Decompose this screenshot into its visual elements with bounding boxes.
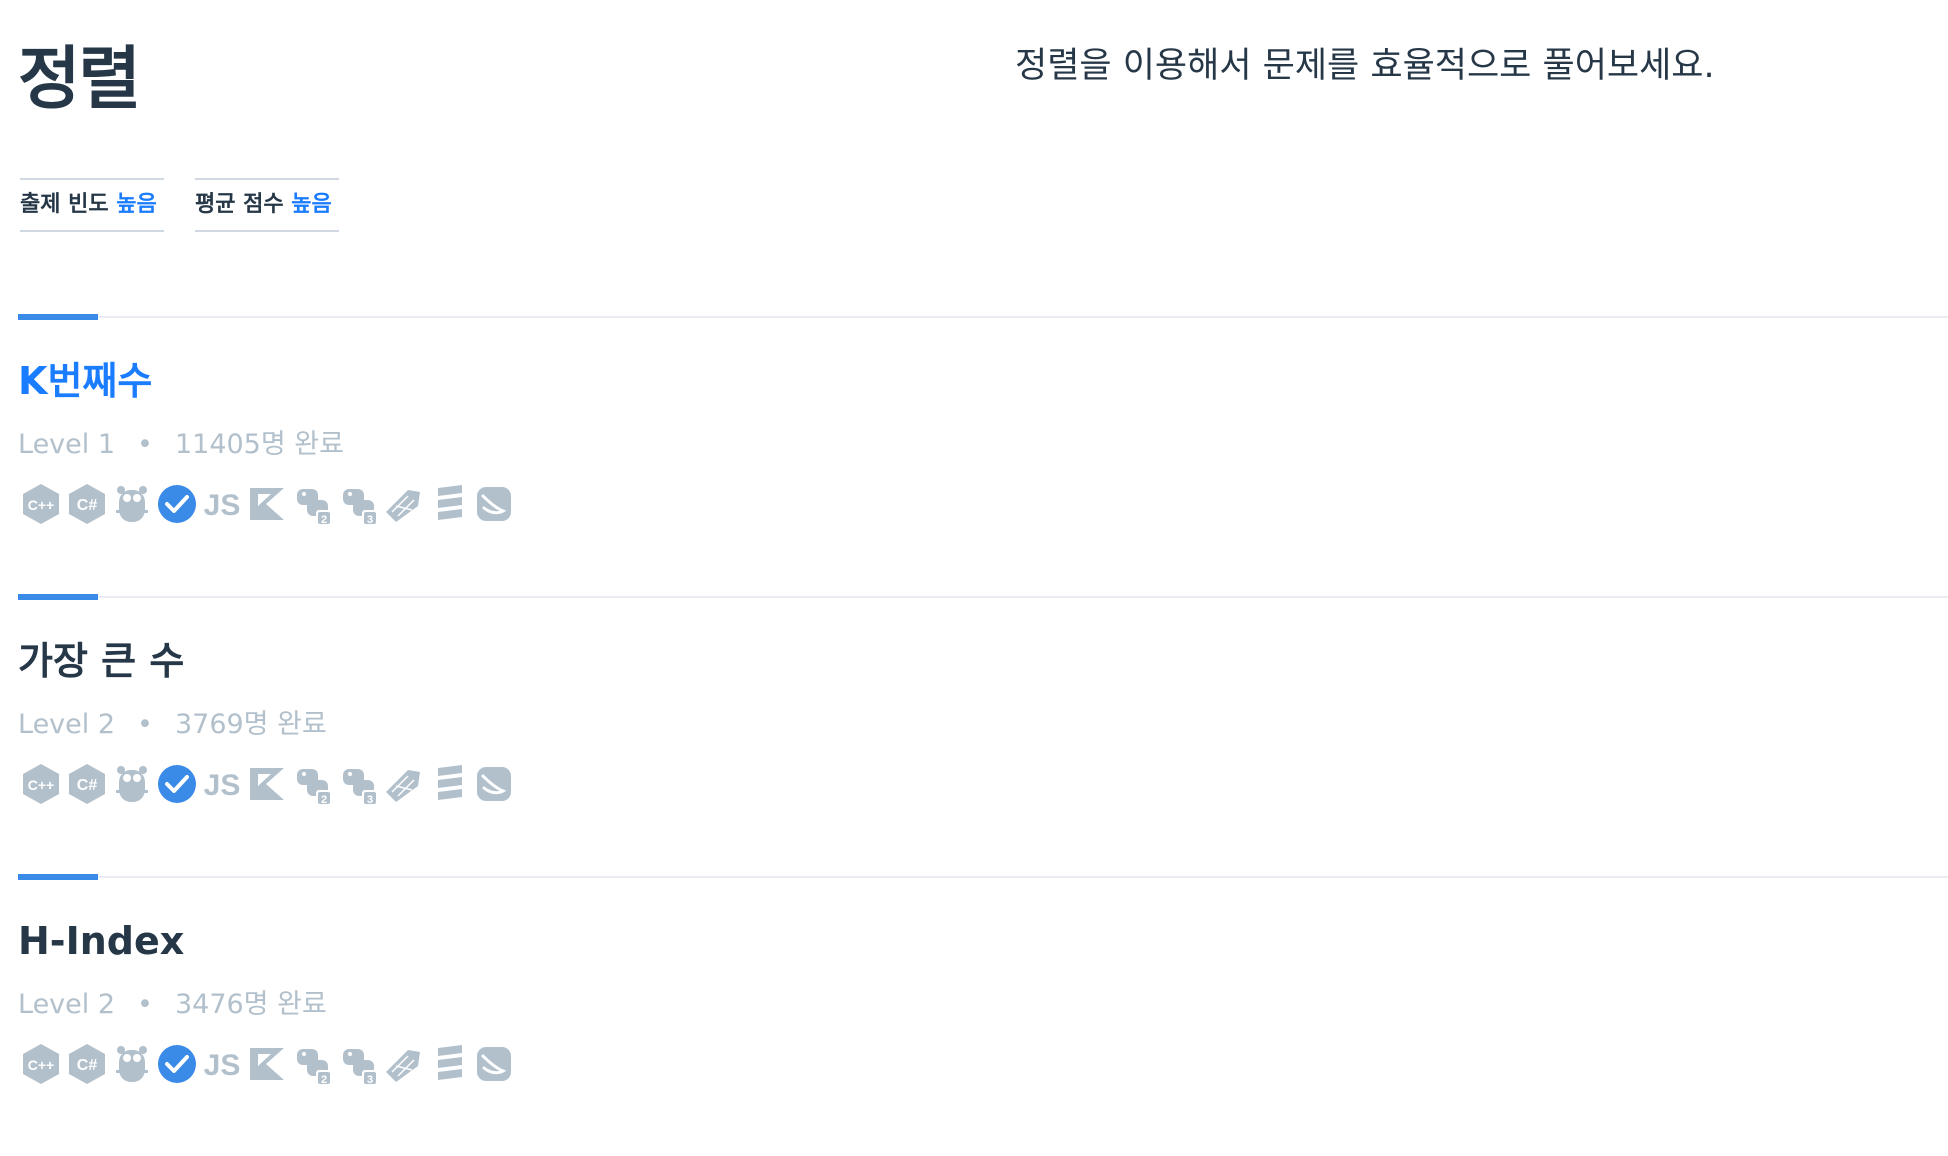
tag-frequency-level: 높음 <box>116 192 157 217</box>
meta-separator: • <box>137 429 153 460</box>
go-icon <box>109 1040 155 1088</box>
javascript-icon: JS <box>199 1040 245 1088</box>
tag-score-label: 평균 점수 <box>195 192 284 217</box>
page-description: 정렬을 이용해서 문제를 효율적으로 풀어보세요. <box>1015 46 1715 86</box>
divider <box>18 316 1948 318</box>
svg-text:JS: JS <box>204 1049 241 1082</box>
go-icon <box>109 480 155 528</box>
svg-text:3: 3 <box>367 1074 373 1086</box>
svg-text:2: 2 <box>321 514 327 526</box>
svg-text:C++: C++ <box>28 497 54 513</box>
page: 정렬 정렬을 이용해서 문제를 효율적으로 풀어보세요. 출제 빈도 높음 평균… <box>0 0 1948 1116</box>
problem-level: Level 1 <box>18 429 116 460</box>
problem-level: Level 2 <box>18 989 116 1020</box>
scala-icon <box>426 760 472 808</box>
problem-meta: Level 1 • 11405명 완료 <box>18 426 344 464</box>
kotlin-icon <box>244 480 290 528</box>
accent-bar <box>18 314 98 320</box>
problem-title-link[interactable]: H-Index <box>18 912 184 970</box>
svg-text:C#: C# <box>77 497 98 514</box>
python3-icon: 3 <box>336 1040 382 1088</box>
ruby-icon <box>380 480 426 528</box>
svg-text:C++: C++ <box>28 1057 54 1073</box>
go-icon <box>109 760 155 808</box>
python2-icon: 2 <box>290 480 336 528</box>
python2-icon: 2 <box>290 760 336 808</box>
ruby-icon <box>380 1040 426 1088</box>
java-icon <box>154 480 200 528</box>
csharp-icon: C# <box>64 1040 110 1088</box>
accent-bar <box>18 594 98 600</box>
svg-text:2: 2 <box>321 1074 327 1086</box>
scala-icon <box>426 480 472 528</box>
svg-text:JS: JS <box>204 489 241 522</box>
kotlin-icon <box>244 1040 290 1088</box>
svg-text:3: 3 <box>367 794 373 806</box>
svg-text:C#: C# <box>77 777 98 794</box>
swift-icon <box>470 760 516 808</box>
tag-average-score: 평균 점수 높음 <box>195 178 339 232</box>
meta-separator: • <box>137 709 153 740</box>
problem-level: Level 2 <box>18 709 116 740</box>
python3-icon: 3 <box>336 480 382 528</box>
java-icon <box>154 760 200 808</box>
csharp-icon: C# <box>64 760 110 808</box>
tag-score-level: 높음 <box>291 192 332 217</box>
swift-icon <box>470 480 516 528</box>
svg-text:C++: C++ <box>28 777 54 793</box>
language-icons: C++ C# JS 2 3 <box>18 480 578 528</box>
scala-icon <box>426 1040 472 1088</box>
python2-icon: 2 <box>290 1040 336 1088</box>
tag-frequency: 출제 빈도 높음 <box>20 178 164 232</box>
svg-text:C#: C# <box>77 1057 98 1074</box>
problem-item: K번째수 Level 1 • 11405명 완료 C++ C# JS 2 3 <box>18 314 1948 596</box>
problem-item: 가장 큰 수 Level 2 • 3769명 완료 C++ C# JS 2 3 <box>18 594 1948 876</box>
javascript-icon: JS <box>199 760 245 808</box>
c-icon: C++ <box>18 760 64 808</box>
tag-frequency-label: 출제 빈도 <box>20 192 109 217</box>
python3-icon: 3 <box>336 760 382 808</box>
java-icon <box>154 1040 200 1088</box>
divider <box>18 876 1948 878</box>
problem-completed-count: 3476명 완료 <box>174 989 327 1020</box>
javascript-icon: JS <box>199 480 245 528</box>
svg-text:2: 2 <box>321 794 327 806</box>
swift-icon <box>470 1040 516 1088</box>
problem-title-link[interactable]: K번째수 <box>18 352 152 410</box>
meta-separator: • <box>137 989 153 1020</box>
problem-meta: Level 2 • 3769명 완료 <box>18 706 327 744</box>
accent-bar <box>18 874 98 880</box>
problem-meta: Level 2 • 3476명 완료 <box>18 986 327 1024</box>
language-icons: C++ C# JS 2 3 <box>18 1040 578 1088</box>
kotlin-icon <box>244 760 290 808</box>
language-icons: C++ C# JS 2 3 <box>18 760 578 808</box>
ruby-icon <box>380 760 426 808</box>
problem-completed-count: 3769명 완료 <box>174 709 327 740</box>
divider <box>18 596 1948 598</box>
problem-item: H-Index Level 2 • 3476명 완료 C++ C# JS 2 3 <box>18 874 1948 1156</box>
csharp-icon: C# <box>64 480 110 528</box>
problem-title-link[interactable]: 가장 큰 수 <box>18 632 184 690</box>
problem-completed-count: 11405명 완료 <box>174 429 344 460</box>
c-icon: C++ <box>18 480 64 528</box>
svg-text:JS: JS <box>204 769 241 802</box>
page-title: 정렬 <box>18 40 141 119</box>
svg-text:3: 3 <box>367 514 373 526</box>
c-icon: C++ <box>18 1040 64 1088</box>
